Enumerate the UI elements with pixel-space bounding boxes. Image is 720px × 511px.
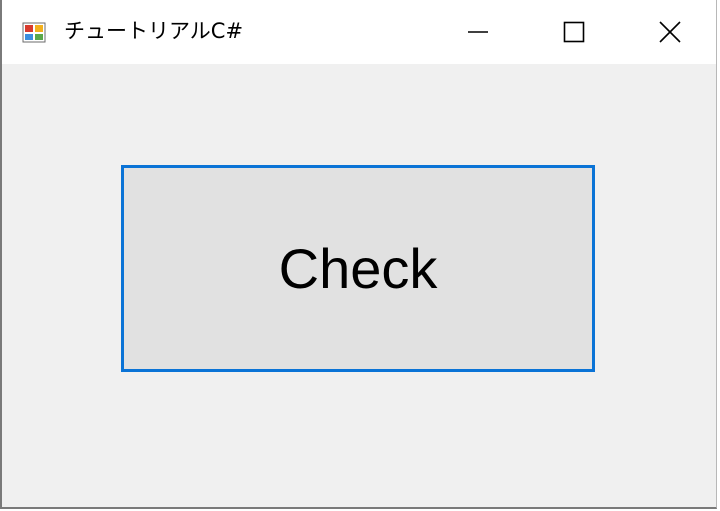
minimize-button[interactable] <box>430 0 526 64</box>
app-window: チュートリアルC# Check <box>0 0 717 509</box>
window-title: チュートリアルC# <box>64 19 244 43</box>
title-bar[interactable]: チュートリアルC# <box>2 0 716 64</box>
close-button[interactable] <box>622 0 718 64</box>
maximize-button[interactable] <box>526 0 622 64</box>
app-icon[interactable] <box>22 20 46 44</box>
minimize-icon <box>467 21 489 43</box>
close-icon <box>658 20 682 44</box>
form-client-area: Check <box>2 64 716 507</box>
maximize-icon <box>563 21 585 43</box>
check-button[interactable]: Check <box>121 165 595 372</box>
